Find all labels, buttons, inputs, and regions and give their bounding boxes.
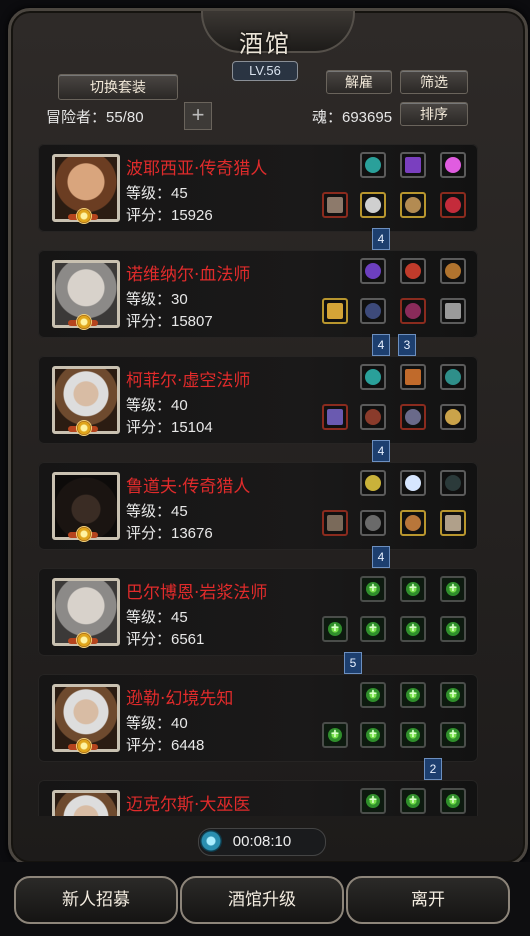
empty-slot-plus-icon[interactable]: [440, 616, 466, 642]
link-badge: 4: [372, 228, 390, 250]
cloak-slot[interactable]: [440, 470, 466, 496]
empty-slot-plus-icon[interactable]: [440, 682, 466, 708]
switch-set-button[interactable]: 切换套装: [58, 74, 178, 100]
gloves-slot[interactable]: [400, 404, 426, 430]
link-badge: 2: [424, 758, 442, 780]
rank-gem-icon: [68, 420, 98, 440]
leave-button[interactable]: 离开: [346, 876, 510, 924]
potion-slot[interactable]: [440, 192, 466, 218]
hero-card[interactable]: 迈克尔斯·大巫医: [38, 780, 478, 816]
empty-slot-plus-icon[interactable]: [440, 576, 466, 602]
bow-slot[interactable]: [322, 192, 348, 218]
orb-slot[interactable]: [440, 364, 466, 390]
hero-score: 评分：6561: [126, 631, 205, 648]
hero-score: 评分：15807: [126, 313, 213, 330]
hero-name: 柯菲尔·虚空法师: [126, 371, 251, 391]
add-slot-button[interactable]: +: [184, 102, 212, 130]
robe-slot[interactable]: [360, 298, 386, 324]
rank-gem-icon: [68, 738, 98, 758]
empty-slot-plus-icon[interactable]: [400, 616, 426, 642]
upgrade-tavern-button[interactable]: 酒馆升级: [180, 876, 344, 924]
empty-slot-plus-icon[interactable]: [400, 722, 426, 748]
hero-score: 评分：15926: [126, 207, 213, 224]
helm-slot[interactable]: [360, 404, 386, 430]
empty-slot-plus-icon[interactable]: [440, 722, 466, 748]
dagger-slot[interactable]: [440, 298, 466, 324]
filter-button[interactable]: 筛选: [400, 70, 468, 94]
empty-slot-plus-icon[interactable]: [400, 682, 426, 708]
hero-level: 等级：40: [126, 397, 188, 414]
rank-gem-icon: [68, 526, 98, 546]
empty-slot-plus-icon[interactable]: [322, 722, 348, 748]
trinket-slot[interactable]: [400, 298, 426, 324]
clock-icon: [200, 830, 222, 852]
hero-level: 等级：45: [126, 503, 188, 520]
empty-slot-plus-icon[interactable]: [400, 576, 426, 602]
hero-portrait: [52, 790, 120, 816]
souls-count: 魂：693695: [312, 109, 393, 126]
hero-name: 迈克尔斯·大巫医: [126, 795, 251, 815]
hero-card[interactable]: 鲁道夫·传奇猎人 等级：45 评分：13676: [38, 462, 478, 550]
empty-slot-plus-icon[interactable]: [360, 682, 386, 708]
hero-card[interactable]: 波耶西亚·传奇猎人 等级：45 评分：15926: [38, 144, 478, 232]
page-title: 酒馆: [239, 30, 291, 58]
hero-level: 等级：45: [126, 609, 188, 626]
dismiss-button[interactable]: 解雇: [326, 70, 392, 94]
hero-card[interactable]: 柯菲尔·虚空法师 等级：40 评分：15104: [38, 356, 478, 444]
rifle-slot[interactable]: [322, 510, 348, 536]
empty-slot-plus-icon[interactable]: [322, 616, 348, 642]
ring-slot[interactable]: [360, 152, 386, 178]
link-badge: 3: [398, 334, 416, 356]
recruit-button[interactable]: 新人招募: [14, 876, 178, 924]
hero-name: 巴尔博恩·岩浆法师: [126, 583, 268, 603]
hero-card[interactable]: 诺维纳尔·血法师 等级：30 评分：15807: [38, 250, 478, 338]
charm-slot[interactable]: [440, 404, 466, 430]
armor-slot[interactable]: [360, 510, 386, 536]
hero-score: 评分：6448: [126, 737, 205, 754]
link-badge: 4: [372, 334, 390, 356]
empty-slot-plus-icon[interactable]: [400, 788, 426, 814]
rank-gem-icon: [68, 314, 98, 334]
empty-slot-plus-icon[interactable]: [440, 788, 466, 814]
gauntlet-slot[interactable]: [400, 510, 426, 536]
ring-slot[interactable]: [360, 258, 386, 284]
empty-slot-plus-icon[interactable]: [360, 616, 386, 642]
ring-slot[interactable]: [360, 364, 386, 390]
hero-name: 鲁道夫·传奇猎人: [126, 477, 251, 497]
hero-name: 逊勒·幻境先知: [126, 689, 234, 709]
weapon-slot[interactable]: [400, 152, 426, 178]
empty-slot-plus-icon[interactable]: [360, 576, 386, 602]
adventurers-count: 冒险者：55/80: [46, 109, 144, 126]
hero-card[interactable]: 巴尔博恩·岩浆法师 等级：45 评分：6561: [38, 568, 478, 656]
empty-slot-plus-icon[interactable]: [360, 788, 386, 814]
boots-slot[interactable]: [400, 192, 426, 218]
hero-name: 波耶西亚·传奇猎人: [126, 159, 268, 179]
hero-score: 评分：13676: [126, 525, 213, 542]
staff-slot[interactable]: [322, 298, 348, 324]
link-badge: 5: [344, 652, 362, 674]
link-badge: 4: [372, 546, 390, 568]
link-badge: 4: [372, 440, 390, 462]
ring-slot[interactable]: [360, 470, 386, 496]
rank-gem-icon: [68, 208, 98, 228]
hero-score: 评分：15104: [126, 419, 213, 436]
orb-slot[interactable]: [400, 470, 426, 496]
staff-slot[interactable]: [322, 404, 348, 430]
gem-slot[interactable]: [440, 152, 466, 178]
hero-level: 等级：45: [126, 185, 188, 202]
armor-slot[interactable]: [360, 192, 386, 218]
hero-level: 等级：30: [126, 291, 188, 308]
wand-slot[interactable]: [400, 364, 426, 390]
level-badge: LV.56: [232, 61, 298, 81]
sort-button[interactable]: 排序: [400, 102, 468, 126]
hero-list[interactable]: 波耶西亚·传奇猎人 等级：45 评分：15926 4 诺维纳尔·血法师 等级：3…: [38, 140, 478, 816]
amulet-slot[interactable]: [400, 258, 426, 284]
blade-slot[interactable]: [440, 510, 466, 536]
empty-slot-plus-icon[interactable]: [360, 722, 386, 748]
rank-gem-icon: [68, 632, 98, 652]
hero-level: 等级：40: [126, 715, 188, 732]
hero-name: 诺维纳尔·血法师: [126, 265, 251, 285]
hero-card[interactable]: 逊勒·幻境先知 等级：40 评分：6448: [38, 674, 478, 762]
bracer-slot[interactable]: [440, 258, 466, 284]
